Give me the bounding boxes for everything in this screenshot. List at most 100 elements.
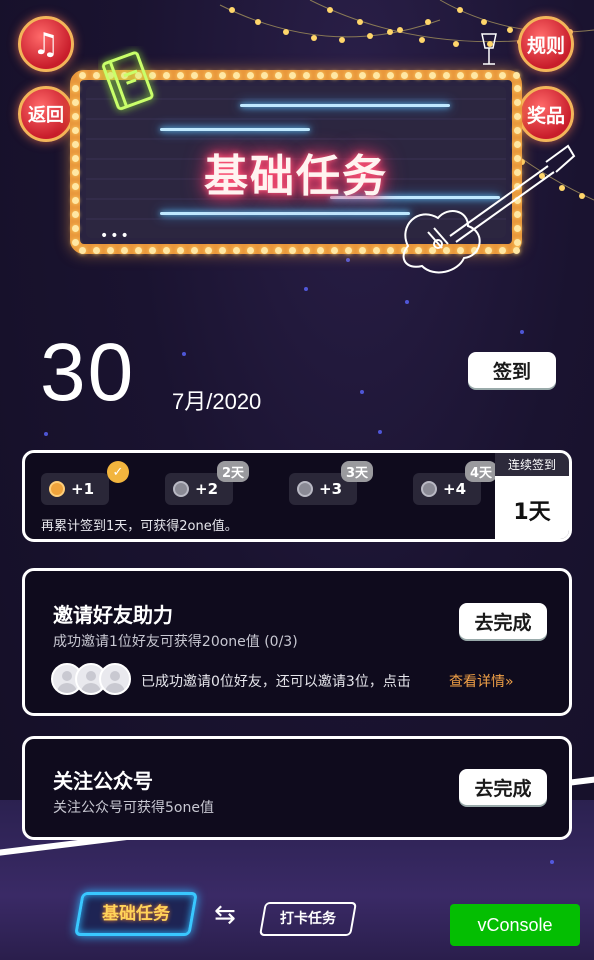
bulb [72,85,79,92]
bulb [205,247,212,254]
bulb [485,72,492,79]
bulb [163,247,170,254]
bulb [177,72,184,79]
bulb [72,211,79,218]
bulb [72,113,79,120]
signin-day-item: +3 3天 [289,461,373,505]
star-dot [405,300,409,304]
bulb [149,247,156,254]
star-dot [520,330,524,334]
bulb [233,247,240,254]
bulb [373,247,380,254]
signin-reward: +2 [195,480,219,498]
signin-button-label: 签到 [492,360,531,383]
signin-note: 再累计签到1天，可获得2one值。 [41,519,238,534]
star-dot [378,430,382,434]
tab-checkin-label: 打卡任务 [280,911,336,927]
prizes-button[interactable]: 奖品 [518,86,574,142]
guitar-icon [402,144,576,274]
tab-basic-tasks[interactable]: 基础任务 [74,892,198,936]
bulb [275,247,282,254]
bulb [373,72,380,79]
streak-box: 连续签到 1天 [495,453,569,539]
bulb [345,247,352,254]
bulb [443,72,450,79]
bulb [205,72,212,79]
bulb [72,169,79,176]
bulb [415,72,422,79]
bulb [499,72,506,79]
silver-coin-icon [173,481,189,497]
bulb [429,72,436,79]
bulb [289,72,296,79]
star-dot [360,390,364,394]
signin-card: +1 ✓ +2 2天 +3 3天 +4 4天 再累计签到1天，可获得2one值。… [22,450,572,542]
bulb [331,247,338,254]
neon-line [160,212,410,215]
bulb [79,247,86,254]
date-month-year: 7月/2020 [172,389,262,414]
bulb [72,197,79,204]
day-tag: 4天 [464,461,497,482]
day-tag: 3天 [340,461,373,482]
signin-day-item: +4 4天 [413,461,497,505]
day-tag: 2天 [216,461,249,482]
streak-value: 1天 [513,500,551,525]
invitee-avatars [51,663,131,695]
bulb [72,239,79,246]
rules-button[interactable]: 规则 [518,16,574,72]
star-dot [304,287,308,291]
prizes-button-label: 奖品 [526,104,565,127]
signin-reward: +3 [319,480,343,498]
bulb [135,247,142,254]
bulb [359,72,366,79]
gold-coin-icon [49,481,65,497]
tab-checkin-tasks[interactable]: 打卡任务 [259,902,357,936]
silver-coin-icon [297,481,313,497]
follow-complete-button[interactable]: 去完成 [459,769,547,805]
bulb [247,72,254,79]
bulb [219,247,226,254]
bulb [401,72,408,79]
bulb [275,72,282,79]
bulb [72,155,79,162]
signin-day-item: +1 ✓ [41,461,129,505]
bulb [514,85,521,92]
check-icon: ✓ [107,461,129,483]
bulb [387,72,394,79]
star-dot [182,352,186,356]
follow-complete-label: 去完成 [474,777,532,800]
bulb [261,72,268,79]
view-details-link[interactable]: 查看详情» [449,671,514,691]
neon-line [240,104,450,107]
music-toggle-button[interactable]: ♫ [18,16,74,72]
follow-subtitle: 关注公众号可获得5one值 [53,800,214,816]
bulb [514,99,521,106]
bulb [261,247,268,254]
bulb [163,72,170,79]
invite-title: 邀请好友助力 [53,603,173,627]
avatar [99,663,131,695]
signin-day-item: +2 2天 [165,461,249,505]
swap-icon[interactable]: ⇆ [214,900,236,930]
star-dot [550,860,554,864]
bulb [514,113,521,120]
invite-complete-button[interactable]: 去完成 [459,603,547,639]
bulb [387,247,394,254]
vconsole-button[interactable]: vConsole [450,904,580,946]
tab-basic-label: 基础任务 [102,904,170,924]
bulb [317,72,324,79]
bulb [72,225,79,232]
bulb [72,99,79,106]
back-button[interactable]: 返回 [18,86,74,142]
bulb [303,72,310,79]
bulb [471,72,478,79]
follow-title: 关注公众号 [53,769,153,793]
star-dot [346,258,350,262]
bulb [247,247,254,254]
neon-book-icon [102,51,154,111]
bulb [317,247,324,254]
signin-button[interactable]: 签到 [468,352,556,388]
signin-reward: +1 [71,480,95,498]
bulb [345,72,352,79]
